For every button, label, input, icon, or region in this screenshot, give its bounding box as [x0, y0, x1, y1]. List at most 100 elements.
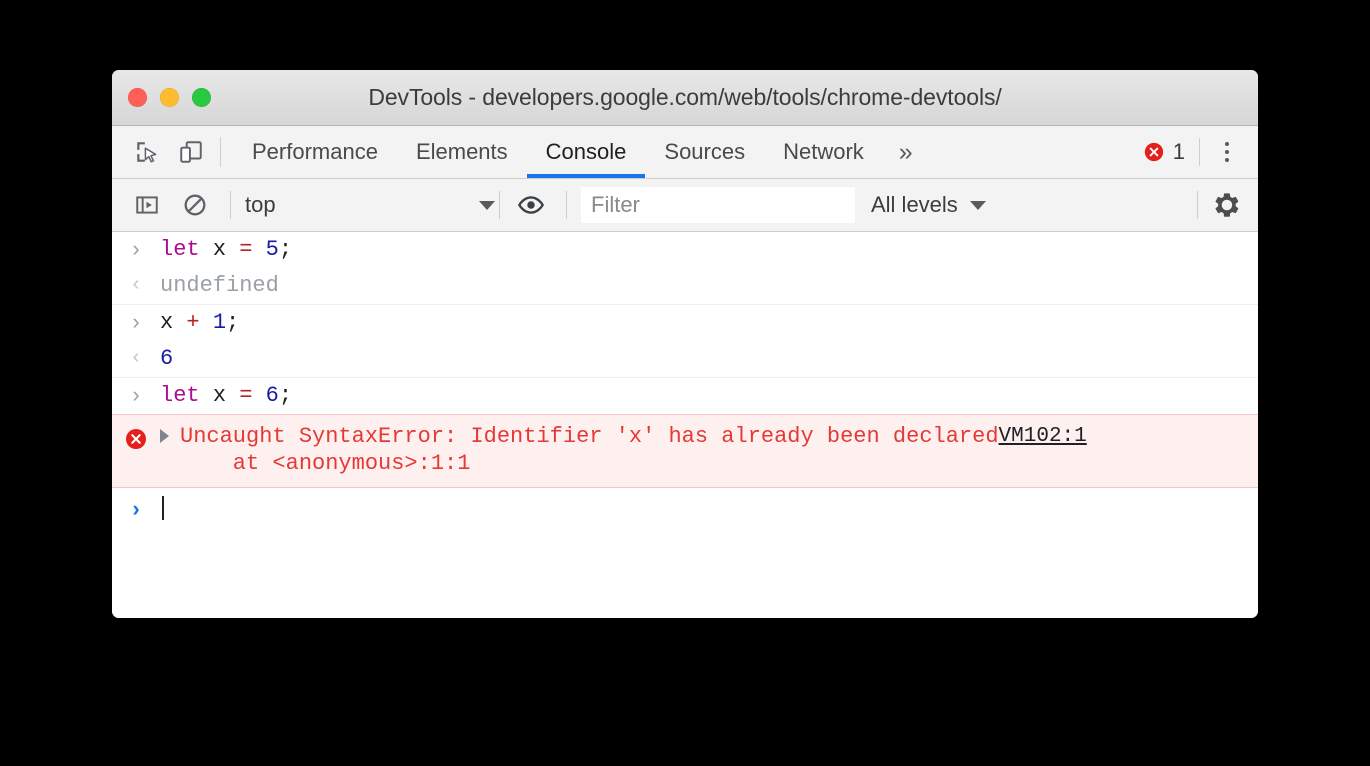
console-error-row[interactable]: Uncaught SyntaxError: Identifier 'x' has…	[112, 414, 1258, 488]
tab-sources-label: Sources	[664, 139, 746, 164]
code-token: ;	[278, 237, 293, 262]
console-message-list[interactable]: › let x = 5; ‹ undefined › x + 1; ‹ 6 › …	[112, 232, 1258, 618]
log-level-dropdown[interactable]: All levels	[871, 192, 988, 218]
console-input-code: let x = 6;	[160, 382, 292, 410]
code-token: let	[160, 383, 200, 408]
console-filter-input[interactable]	[581, 187, 855, 223]
console-input-row[interactable]: › x + 1;	[112, 305, 1258, 341]
console-sidebar-icon[interactable]	[130, 188, 164, 222]
error-expand-triangle-icon[interactable]	[160, 423, 180, 443]
code-token: 6	[265, 383, 279, 408]
filterbar-divider-1	[230, 191, 231, 219]
error-source-link[interactable]: VM102:1	[999, 423, 1141, 448]
devtools-window: DevTools - developers.google.com/web/too…	[112, 70, 1258, 618]
console-input-row[interactable]: › let x = 5;	[112, 232, 1258, 268]
console-error-text: Uncaught SyntaxError: Identifier 'x' has…	[180, 423, 999, 477]
code-token: x	[212, 383, 227, 408]
code-token: =	[239, 383, 253, 408]
traffic-lights	[112, 88, 211, 107]
result-arrow-glyph: ‹	[132, 346, 140, 368]
console-result-row: ‹ 6	[112, 341, 1258, 377]
tab-sources[interactable]: Sources	[645, 126, 764, 178]
result-arrow-icon: ‹	[112, 272, 160, 294]
close-window-button[interactable]	[128, 88, 147, 107]
tab-network-label: Network	[783, 139, 864, 164]
tab-elements-label: Elements	[415, 139, 508, 164]
error-count-label: 1	[1172, 139, 1185, 164]
minimize-window-button[interactable]	[160, 88, 179, 107]
prompt-arrow-icon: ›	[112, 236, 160, 260]
devtools-tabs: Performance Elements Console Sources Net…	[233, 126, 929, 178]
error-icon-cell	[112, 423, 160, 451]
console-result-row: ‹ undefined	[112, 268, 1258, 304]
window-title: DevTools - developers.google.com/web/too…	[368, 84, 1002, 110]
error-circle-icon	[126, 429, 146, 449]
console-active-prompt-row[interactable]: ›	[112, 488, 1258, 529]
tabs-overflow-button[interactable]: »	[883, 126, 929, 178]
chevron-down-icon	[969, 200, 986, 210]
gear-icon[interactable]	[1210, 188, 1244, 222]
chevron-down-icon	[479, 200, 495, 210]
text-cursor	[162, 496, 164, 520]
code-token: 5	[265, 237, 279, 262]
console-prompt-input[interactable]	[160, 496, 164, 525]
tabbar-right-controls: 1	[1129, 126, 1258, 178]
chevron-double-right-icon: »	[898, 137, 913, 166]
console-result-value: 6	[160, 346, 174, 371]
result-arrow-icon: ‹	[112, 345, 160, 367]
tab-performance[interactable]: Performance	[233, 126, 397, 178]
maximize-window-button[interactable]	[192, 88, 211, 107]
prompt-arrow-icon: ›	[112, 382, 160, 406]
kebab-dot	[1225, 150, 1229, 154]
console-group: › let x = 5; ‹ undefined	[112, 232, 1258, 305]
active-prompt-arrow-icon: ›	[112, 496, 160, 520]
console-input-row[interactable]: › let x = 6;	[112, 378, 1258, 414]
kebab-dot	[1225, 158, 1229, 162]
result-arrow-glyph: ‹	[132, 273, 140, 295]
execution-context-dropdown[interactable]: top	[245, 192, 495, 218]
error-message-line: Uncaught SyntaxError: Identifier 'x' has…	[180, 424, 999, 449]
tabbar-right-divider	[1199, 138, 1200, 166]
tab-performance-label: Performance	[252, 139, 378, 164]
tab-console-label: Console	[545, 139, 627, 164]
filterbar-divider-4	[1197, 191, 1198, 219]
prompt-arrow-glyph: ›	[132, 236, 140, 261]
console-input-code: x + 1;	[160, 309, 239, 337]
code-token: x	[212, 237, 227, 262]
filterbar-divider-2	[499, 191, 500, 219]
code-token: x	[160, 310, 174, 335]
console-filter-toolbar: top All levels	[112, 179, 1258, 232]
code-token: 1	[212, 310, 227, 335]
kebab-dot	[1225, 142, 1229, 146]
clear-console-icon[interactable]	[178, 188, 212, 222]
devtools-menu-button[interactable]	[1210, 135, 1244, 169]
tabbar-divider	[220, 137, 221, 167]
error-count-badge[interactable]: 1	[1129, 139, 1199, 165]
console-input-code: let x = 5;	[160, 236, 292, 264]
tabbar-left-icons	[112, 126, 220, 178]
devtools-tabbar: Performance Elements Console Sources Net…	[112, 126, 1258, 179]
tab-network[interactable]: Network	[764, 126, 883, 178]
code-token: +	[186, 310, 200, 335]
live-expression-icon[interactable]	[514, 188, 548, 222]
tab-elements[interactable]: Elements	[397, 126, 527, 178]
device-toolbar-icon[interactable]	[174, 135, 208, 169]
active-prompt-arrow-glyph: ›	[132, 496, 140, 521]
filterbar-divider-3	[566, 191, 567, 219]
filterbar-right-controls	[1193, 188, 1258, 222]
console-group: › let x = 6; Uncaught SyntaxError: Ident…	[112, 378, 1258, 488]
tab-console[interactable]: Console	[526, 126, 646, 178]
console-group: › x + 1; ‹ 6	[112, 305, 1258, 378]
error-circle-icon	[1144, 142, 1163, 162]
code-token: =	[239, 237, 253, 262]
code-token: let	[160, 237, 200, 262]
inspect-element-icon[interactable]	[130, 135, 164, 169]
console-result-value: undefined	[160, 273, 279, 298]
